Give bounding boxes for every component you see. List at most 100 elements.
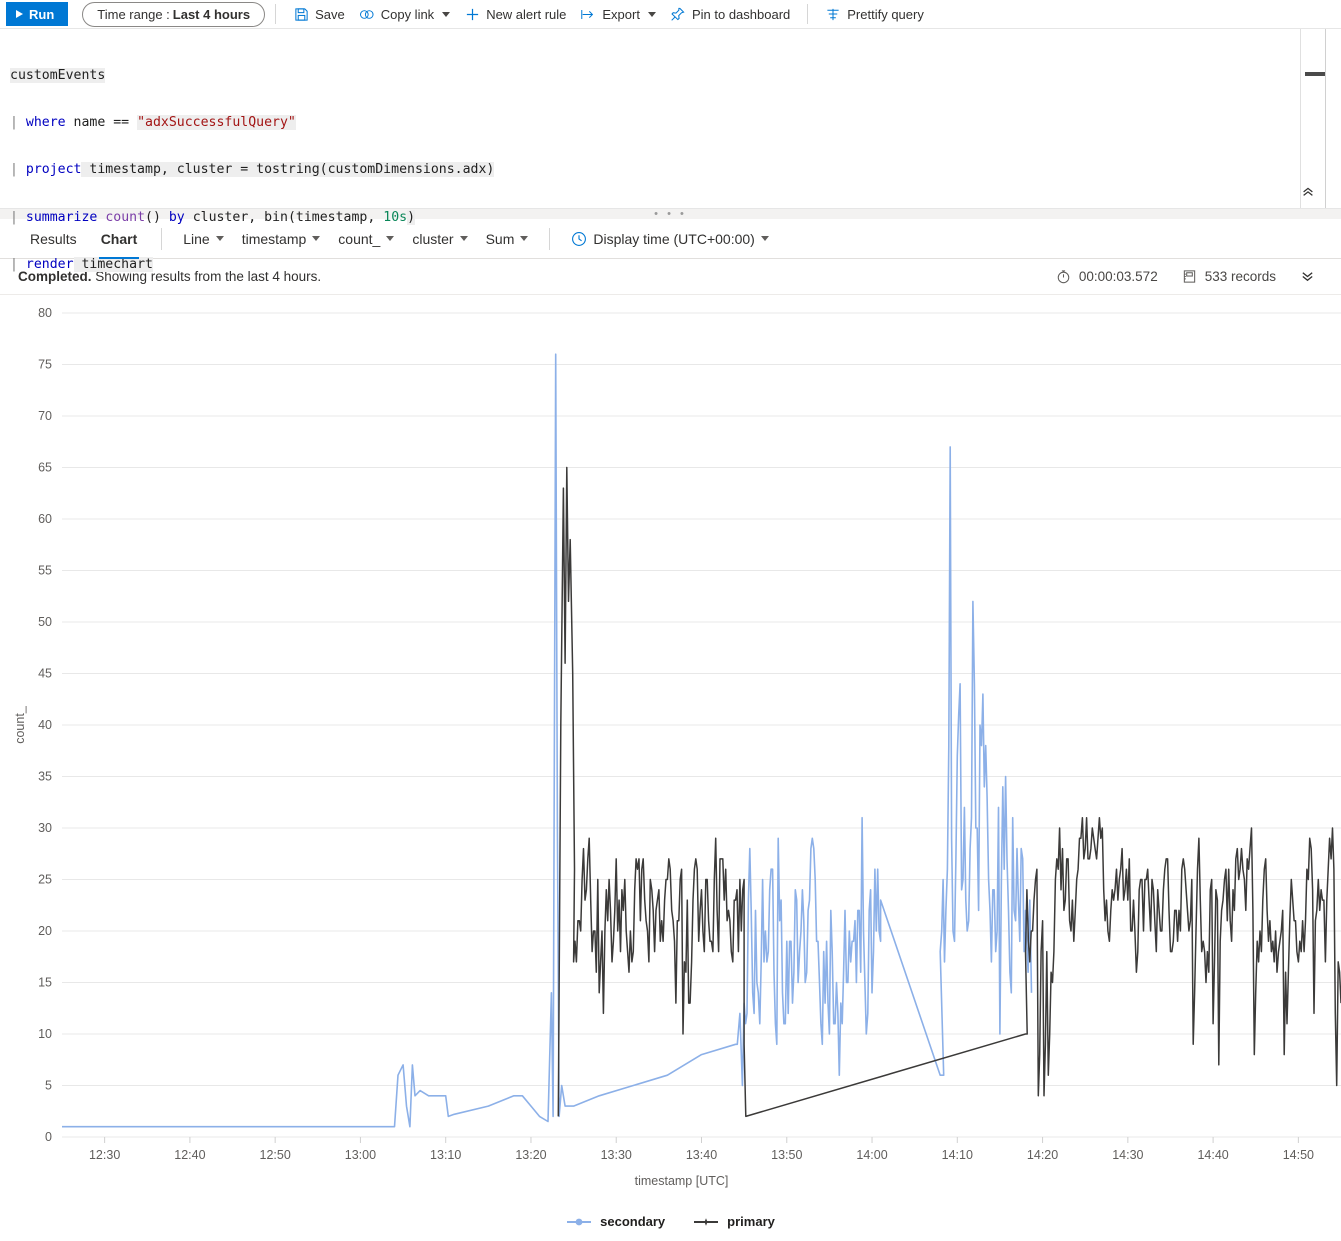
series-secondary — [62, 353, 1033, 1128]
svg-text:75: 75 — [38, 358, 52, 372]
svg-text:13:40: 13:40 — [686, 1148, 717, 1162]
editor-line-2-mid: name == — [65, 114, 138, 130]
svg-text:80: 80 — [38, 306, 52, 320]
export-icon — [580, 6, 596, 22]
svg-text:20: 20 — [38, 924, 52, 938]
kql-string-literal: "adxSuccessfulQuery" — [137, 114, 296, 130]
query-editor-panel: customEvents | where name == "adxSuccess… — [0, 29, 1341, 273]
timechart[interactable]: 0 5 10 15 20 25 30 35 40 45 50 55 60 65 70 75 80 12:30 12:… — [0, 295, 1341, 1195]
pin-icon — [670, 6, 686, 22]
legend-marker-primary — [694, 1217, 719, 1226]
svg-text:70: 70 — [38, 409, 52, 423]
export-label: Export — [602, 6, 640, 22]
pin-to-dashboard-label: Pin to dashboard — [691, 6, 791, 22]
run-button-label: Run — [29, 6, 55, 22]
svg-text:14:30: 14:30 — [1112, 1148, 1143, 1162]
legend-item-primary[interactable]: primary — [693, 1214, 775, 1229]
save-button[interactable]: Save — [286, 1, 352, 27]
svg-text:14:40: 14:40 — [1197, 1148, 1228, 1162]
tab-results[interactable]: Results — [18, 219, 89, 259]
svg-text:12:50: 12:50 — [260, 1148, 291, 1162]
new-alert-rule-label: New alert rule — [486, 6, 567, 22]
prettify-query-label: Prettify query — [847, 6, 924, 22]
svg-text:50: 50 — [38, 615, 52, 629]
editor-scrollbar[interactable] — [1326, 29, 1341, 208]
copy-link-button[interactable]: Copy link — [352, 1, 457, 27]
svg-text:30: 30 — [38, 821, 52, 835]
kql-keyword-project: project — [25, 162, 82, 178]
copy-link-label: Copy link — [380, 6, 435, 22]
query-toolbar: Run Time range : Last 4 hours Save Copy … — [0, 0, 1341, 29]
save-label: Save — [315, 6, 345, 22]
svg-text:60: 60 — [38, 512, 52, 526]
svg-text:12:40: 12:40 — [174, 1148, 205, 1162]
svg-text:13:00: 13:00 — [345, 1148, 376, 1162]
time-range-picker[interactable]: Time range : Last 4 hours — [82, 1, 266, 27]
legend-label-primary: primary — [727, 1214, 775, 1229]
svg-text:25: 25 — [38, 873, 52, 887]
svg-text:10: 10 — [38, 1027, 52, 1041]
legend-item-secondary[interactable]: secondary — [566, 1214, 665, 1229]
legend-label-secondary: secondary — [600, 1214, 666, 1229]
prettify-icon — [825, 6, 841, 22]
kql-number-literal: 10s — [383, 209, 408, 225]
chevron-down-icon — [647, 11, 656, 17]
svg-text:count_: count_ — [13, 705, 27, 744]
svg-text:14:10: 14:10 — [942, 1148, 973, 1162]
editor-line-5: | render timechart — [10, 257, 1341, 273]
query-editor[interactable]: customEvents | where name == "adxSuccess… — [0, 29, 1341, 305]
export-button[interactable]: Export — [573, 1, 663, 27]
kql-keyword-render: render — [25, 257, 74, 273]
editor-line-4: | summarize count() by cluster, bin(time… — [10, 209, 1341, 226]
kql-keyword-where: where — [25, 114, 66, 130]
time-range-prefix: Time range : — [97, 6, 170, 22]
prettify-query-button[interactable]: Prettify query — [818, 1, 931, 27]
toolbar-divider-1 — [275, 4, 277, 24]
editor-line-1-text: customEvents — [10, 67, 106, 83]
chart-legend: secondary primary — [0, 1214, 1341, 1229]
svg-text:0: 0 — [45, 1130, 52, 1144]
chevron-double-up-icon — [1303, 187, 1313, 196]
editor-line-1: customEvents — [10, 67, 1341, 84]
svg-text:14:00: 14:00 — [856, 1148, 887, 1162]
editor-line-3-rest: timestamp, cluster = tostring(customDime… — [81, 162, 495, 178]
svg-text:45: 45 — [38, 667, 52, 681]
pipe-glyph: | — [10, 209, 18, 225]
pipe-glyph: | — [10, 114, 18, 130]
play-icon — [16, 10, 23, 18]
svg-text:5: 5 — [45, 1079, 52, 1093]
save-icon — [293, 6, 309, 22]
svg-text:15: 15 — [38, 976, 52, 990]
pipe-glyph: | — [10, 257, 18, 273]
svg-text:timestamp [UTC]: timestamp [UTC] — [635, 1174, 729, 1188]
legend-marker-secondary — [567, 1218, 592, 1225]
editor-line-2: | where name == "adxSuccessfulQuery" — [10, 114, 1341, 131]
pipe-glyph: | — [10, 162, 18, 178]
time-range-value: Last 4 hours — [172, 6, 251, 22]
minimap-marker — [1305, 72, 1325, 76]
svg-text:14:50: 14:50 — [1283, 1148, 1314, 1162]
plus-icon — [464, 6, 480, 22]
svg-text:14:20: 14:20 — [1027, 1148, 1058, 1162]
run-button[interactable]: Run — [6, 2, 69, 26]
svg-text:55: 55 — [38, 564, 52, 578]
chevron-down-icon — [442, 11, 451, 17]
editor-line-5-rest: timechart — [73, 257, 153, 273]
svg-text:40: 40 — [38, 718, 52, 732]
new-alert-rule-button[interactable]: New alert rule — [457, 1, 573, 27]
link-icon — [359, 6, 375, 22]
collapse-editor-button[interactable] — [1297, 180, 1319, 202]
svg-text:13:10: 13:10 — [430, 1148, 461, 1162]
svg-text:13:20: 13:20 — [515, 1148, 546, 1162]
kql-keyword-by: by — [168, 209, 185, 225]
svg-text:12:30: 12:30 — [89, 1148, 120, 1162]
tab-chart[interactable]: Chart — [89, 219, 150, 259]
tab-chart-label: Chart — [100, 230, 138, 247]
editor-line-3: | project timestamp, cluster = tostring(… — [10, 162, 1341, 178]
svg-text:35: 35 — [38, 770, 52, 784]
chart-panel: 0 5 10 15 20 25 30 35 40 45 50 55 60 65 70 75 80 12:30 12:… — [0, 295, 1341, 1235]
pin-to-dashboard-button[interactable]: Pin to dashboard — [663, 1, 797, 27]
toolbar-divider-2 — [807, 4, 809, 24]
svg-text:13:30: 13:30 — [601, 1148, 632, 1162]
svg-text:13:50: 13:50 — [771, 1148, 802, 1162]
